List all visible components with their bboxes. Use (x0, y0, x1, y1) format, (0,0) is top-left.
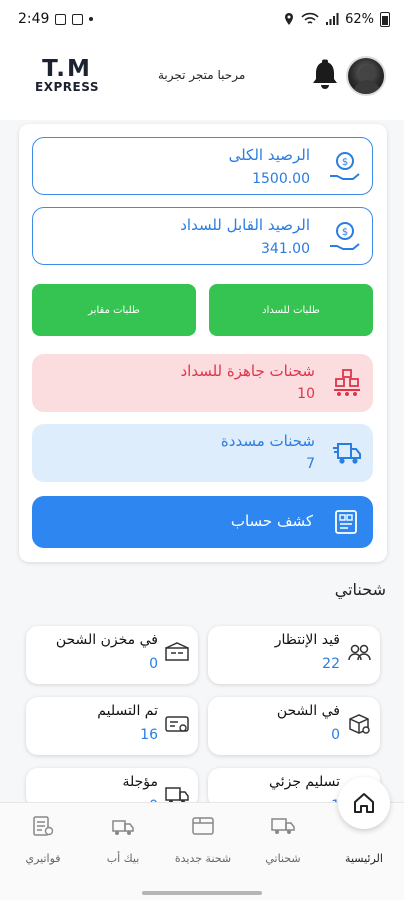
box-gear-icon (349, 714, 370, 734)
tile-count: 0 (331, 727, 340, 743)
payable-balance-label: الرصيد القابل للسداد (180, 216, 310, 234)
status-time: 2:49 (18, 11, 50, 27)
paid-shipments-box[interactable]: شحنات مسددة 7 (32, 424, 373, 482)
money-hand-icon: $ (330, 222, 360, 250)
avatar[interactable] (346, 56, 386, 96)
my-shipments-heading: شحناتي (334, 580, 386, 599)
report-icon (335, 510, 357, 534)
signal-icon (326, 13, 339, 25)
payment-requests-button[interactable]: طلبات للسداد (209, 284, 373, 336)
money-hand-icon: $ (330, 152, 360, 180)
bottom-navigation: الرئيسية شحناتي شحنة جديدة بيك أب فواتير… (0, 777, 404, 900)
battery-icon (380, 11, 390, 27)
gallery-icon (72, 13, 84, 25)
new-shipment-icon (192, 817, 214, 835)
paid-shipments-count: 7 (306, 456, 315, 472)
nav-my-shipments-label: شحناتي (265, 852, 301, 865)
dashboard-card: الرصيد الكلى 1500.00 $ الرصيد القابل للس… (19, 124, 387, 562)
nav-invoices-label: فواتيري (25, 852, 61, 865)
payable-balance-value: 341.00 (261, 241, 310, 257)
nav-new-shipment-label: شحنة جديدة (174, 852, 232, 865)
svg-text:$: $ (342, 227, 348, 238)
tile-title: تم التسليم (97, 703, 158, 719)
ready-for-payment-label: شحنات جاهزة للسداد (180, 362, 315, 380)
account-statement-button[interactable]: كشف حساب (32, 496, 373, 548)
nav-new-shipment[interactable]: شحنة جديدة (163, 813, 243, 865)
tile-count: 22 (322, 656, 340, 672)
nav-invoices[interactable]: فواتيري (3, 813, 83, 865)
account-statement-label: كشف حساب (230, 512, 313, 530)
more-notifications-icon (89, 17, 94, 21)
tile-delivered[interactable]: تم التسليم 16 (26, 697, 198, 755)
tm-express-logo: T.M EXPRESS (35, 56, 99, 95)
nav-home[interactable]: الرئيسية (324, 813, 404, 865)
fast-truck-icon (333, 443, 361, 464)
payable-balance-box[interactable]: الرصيد القابل للسداد 341.00 $ (32, 207, 373, 265)
tile-title: في مخزن الشحن (55, 632, 158, 648)
tile-title: مؤجلة (122, 774, 158, 790)
bell-icon[interactable] (310, 59, 340, 93)
tile-title: قيد الإنتظار (274, 632, 340, 648)
tile-title: في الشحن (276, 703, 340, 719)
status-bar: 2:49 62% (0, 0, 404, 38)
ready-for-payment-box[interactable]: شحنات جاهزة للسداد 10 (32, 354, 373, 412)
people-icon (348, 644, 371, 661)
warehouse-icon (165, 642, 189, 661)
total-balance-label: الرصيد الكلى (228, 146, 310, 164)
svg-text:$: $ (342, 157, 348, 168)
nav-my-shipments[interactable]: شحناتي (243, 813, 323, 865)
tile-in-shipping[interactable]: في الشحن 0 (208, 697, 380, 755)
tile-in-warehouse[interactable]: في مخزن الشحن 0 (26, 626, 198, 684)
paid-shipments-label: شحنات مسددة (220, 432, 315, 450)
ready-for-payment-count: 10 (297, 386, 315, 402)
notification-icon (55, 13, 67, 25)
conveyor-boxes-icon (334, 369, 360, 396)
tile-count: 0 (149, 656, 158, 672)
truck-delivered-icon (165, 716, 189, 732)
welcome-text: مرحبا متجر تجربة (158, 68, 246, 82)
total-balance-box[interactable]: الرصيد الكلى 1500.00 $ (32, 137, 373, 195)
gesture-bar (142, 891, 262, 895)
home-icon (354, 793, 374, 813)
pickup-icon (112, 820, 134, 835)
location-icon (285, 13, 294, 25)
truck-icon (271, 818, 295, 834)
nav-home-label: الرئيسية (345, 852, 383, 865)
other-requests-button[interactable]: طلبات مقابر (32, 284, 196, 336)
tile-pending[interactable]: قيد الإنتظار 22 (208, 626, 380, 684)
tile-count: 16 (140, 727, 158, 743)
invoices-icon (33, 816, 54, 836)
total-balance-value: 1500.00 (252, 171, 310, 187)
wifi-icon (301, 12, 319, 24)
battery-percent: 62% (345, 11, 374, 27)
app-header: T.M EXPRESS مرحبا متجر تجربة (0, 38, 404, 120)
tile-title: تسليم جزئي (269, 774, 340, 790)
nav-pickup[interactable]: بيك أب (83, 813, 163, 865)
nav-pickup-label: بيك أب (106, 852, 140, 865)
